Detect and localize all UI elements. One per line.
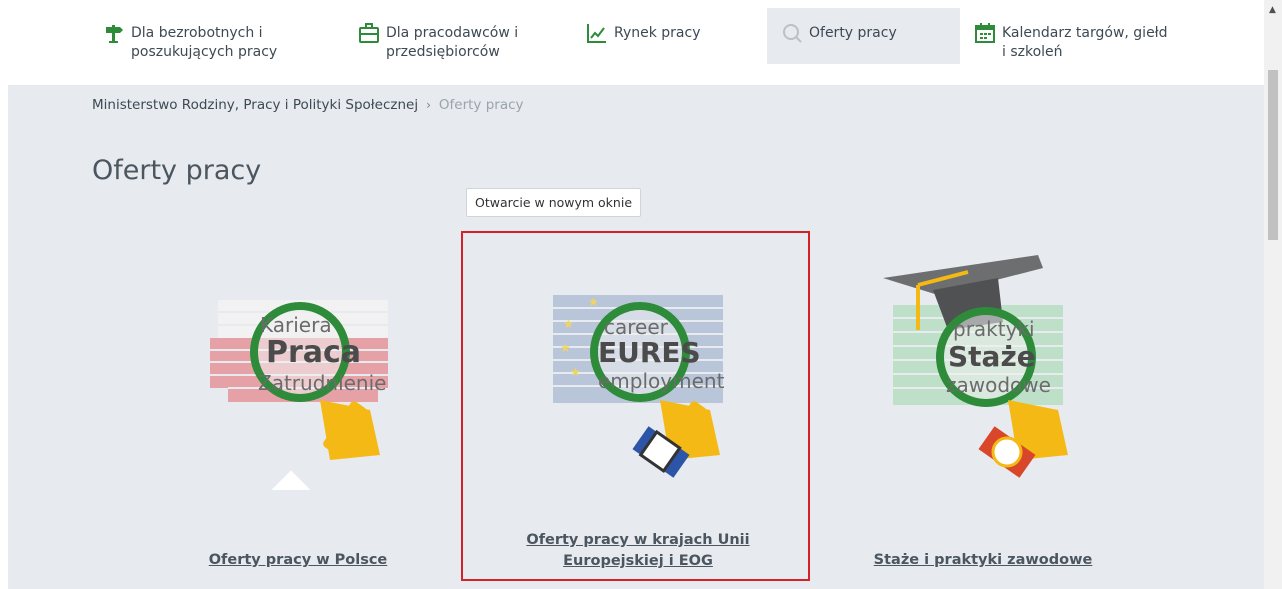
nav-item-employers[interactable]: Dla pracodawców i przedsiębiorców: [358, 8, 558, 64]
chart-icon: [587, 24, 606, 43]
breadcrumb: Ministerstwo Rodziny, Pracy i Polityki S…: [92, 97, 524, 113]
signpost-icon: [106, 25, 123, 43]
nav-item-label: Oferty pracy: [809, 25, 897, 41]
card-internships-bottom-word: zawodowe: [946, 373, 1051, 397]
svg-text:★: ★: [560, 341, 571, 355]
card-eures-illustration: ★★ ★★ career EURES employment: [553, 295, 725, 478]
nav-item-labor-market[interactable]: Rynek pracy: [586, 8, 756, 64]
nav-item-label: Dla pracodawców i przedsiębiorców: [386, 25, 519, 60]
card-internships-top-word: praktyki: [953, 317, 1035, 341]
search-icon: [783, 24, 802, 43]
card-eures-badge: EURES: [598, 336, 701, 369]
nav-item-unemployed[interactable]: Dla bezrobotnych i poszukujących pracy: [103, 8, 303, 64]
nav-item-calendar[interactable]: Kalendarz targów, giełd i szkoleń: [974, 8, 1194, 64]
svg-text:★: ★: [563, 317, 574, 331]
card-poland-bottom-word: Zatrudnienie: [258, 371, 386, 395]
svg-text:★: ★: [588, 295, 599, 309]
scrollbar-thumb[interactable]: [1268, 70, 1278, 240]
page-title: Oferty pracy: [92, 155, 262, 186]
card-poland-illustration: Kariera Praca Zatrudnienie: [210, 300, 388, 490]
nav-item-label: Dla bezrobotnych i poszukujących pracy: [131, 25, 278, 60]
scroll-up-arrow-icon[interactable]: ▲: [1269, 6, 1276, 15]
main-content: Ministerstwo Rodziny, Pracy i Polityki S…: [8, 85, 1264, 589]
hand-icon: [632, 400, 720, 478]
top-navigation: Dla bezrobotnych i poszukujących pracy Dl…: [0, 0, 1264, 85]
breadcrumb-link-ministry[interactable]: Ministerstwo Rodziny, Pracy i Polityki S…: [92, 97, 418, 113]
tooltip: Otwarcie w nowym oknie: [466, 188, 642, 217]
card-internships-title[interactable]: Staże i praktyki zawodowe: [858, 550, 1108, 571]
nav-item-label: Rynek pracy: [614, 25, 701, 41]
calendar-icon: [975, 23, 995, 43]
hand-icon: [252, 400, 380, 490]
vertical-scrollbar[interactable]: ▲: [1264, 0, 1282, 589]
card-poland-badge: Praca: [266, 335, 361, 370]
nav-item-label: Kalendarz targów, giełd i szkoleń: [1002, 25, 1168, 60]
breadcrumb-current: Oferty pracy: [438, 97, 524, 113]
card-eures-bottom-word: employment: [598, 369, 725, 393]
hand-icon: [978, 400, 1068, 478]
briefcase-icon: [359, 23, 379, 43]
card-poland-title[interactable]: Oferty pracy w Polsce: [178, 550, 418, 571]
breadcrumb-separator: ›: [426, 98, 431, 112]
card-eures-title[interactable]: Oferty pracy w krajach Unii Europejskiej …: [498, 530, 778, 572]
card-internships-badge: Staże: [948, 340, 1036, 373]
svg-text:★: ★: [570, 365, 581, 379]
card-poland-top-word: Kariera: [260, 313, 332, 337]
card-internships-illustration: praktyki Staże zawodowe: [883, 255, 1068, 478]
nav-item-job-offers[interactable]: Oferty pracy: [767, 8, 960, 64]
